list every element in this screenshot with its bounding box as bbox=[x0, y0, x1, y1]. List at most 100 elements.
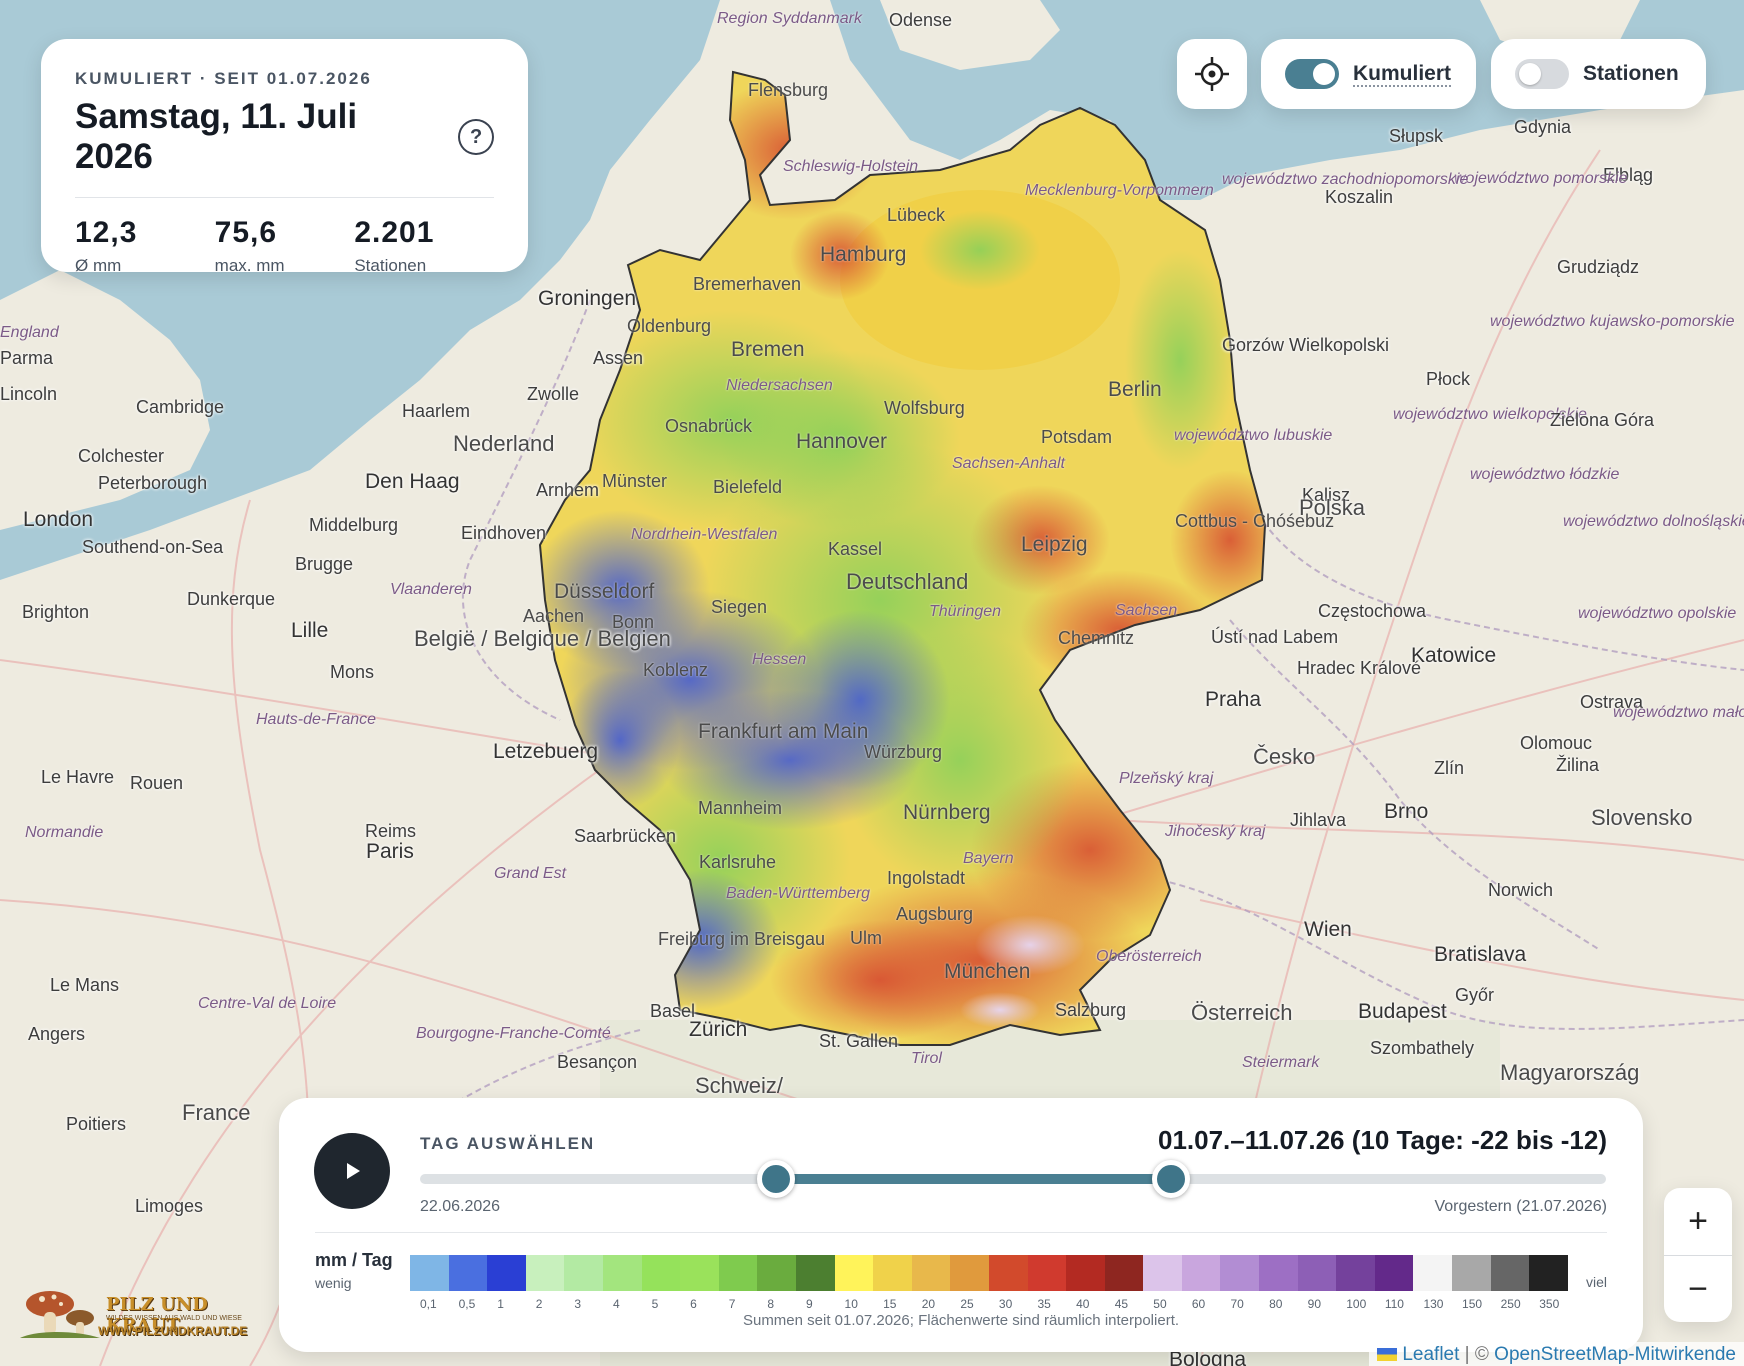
cumulative-toggle[interactable]: Kumuliert bbox=[1261, 39, 1476, 109]
legend-tick-label: 80 bbox=[1269, 1297, 1283, 1311]
map-place-label: Zwolle bbox=[527, 384, 580, 404]
map-place-label: Wien bbox=[1304, 918, 1352, 941]
legend-swatch: 3 bbox=[564, 1255, 603, 1311]
map-place-label: Aachen bbox=[523, 606, 585, 626]
range-start-handle[interactable] bbox=[756, 1160, 795, 1198]
map-place-label: Arnhem bbox=[536, 480, 600, 500]
map-place-label: Bremen bbox=[731, 338, 805, 361]
map-place-label: Hannover bbox=[796, 430, 888, 453]
map-place-label: Haarlem bbox=[402, 401, 471, 421]
legend-tick-label: 40 bbox=[1076, 1297, 1090, 1311]
map-place-label: Eindhoven bbox=[461, 523, 547, 543]
map-place-label: Grudziądz bbox=[1557, 257, 1640, 277]
map-place-label: Tirol bbox=[911, 1050, 942, 1067]
legend-tick-label: 15 bbox=[883, 1297, 897, 1311]
legend-tick-label: 8 bbox=[767, 1297, 775, 1311]
range-end-handle[interactable] bbox=[1152, 1160, 1191, 1198]
legend-swatch: 60 bbox=[1181, 1255, 1221, 1311]
zoom-in-button[interactable]: + bbox=[1664, 1188, 1732, 1255]
ukraine-flag-icon bbox=[1377, 1348, 1398, 1361]
cumulative-label[interactable]: Kumuliert bbox=[1353, 62, 1451, 86]
legend-tick-label: 250 bbox=[1500, 1297, 1521, 1311]
legend-swatch: 15 bbox=[873, 1255, 912, 1311]
map-place-label: Freiburg im Breisgau bbox=[658, 929, 826, 949]
slider-end-label: Vorgestern (21.07.2026) bbox=[1434, 1198, 1607, 1215]
map-place-label: Cambridge bbox=[136, 397, 225, 417]
map-place-label: Centre-Val de Loire bbox=[198, 995, 337, 1012]
map-place-label: Sachsen-Anhalt bbox=[952, 455, 1065, 472]
map-place-label: Ingolstadt bbox=[887, 868, 966, 888]
map-place-label: Praha bbox=[1205, 688, 1262, 711]
legend-swatch: 0,1 bbox=[410, 1255, 449, 1311]
map-place-label: Chemnitz bbox=[1058, 628, 1135, 648]
legend-swatch: 8 bbox=[757, 1255, 796, 1311]
stations-label[interactable]: Stationen bbox=[1583, 62, 1679, 86]
map-place-label: Parma bbox=[0, 348, 54, 368]
legend-swatch: 20 bbox=[911, 1255, 951, 1311]
legend-swatch: 350 bbox=[1529, 1255, 1568, 1311]
leaflet-link[interactable]: Leaflet bbox=[1402, 1344, 1459, 1365]
map-place-label: Slovensko bbox=[1591, 805, 1693, 830]
cumulative-switch[interactable] bbox=[1285, 59, 1339, 89]
legend-swatch: 5 bbox=[641, 1255, 681, 1311]
map-place-label: Karlsruhe bbox=[699, 852, 777, 872]
map-place-label: Besançon bbox=[557, 1052, 638, 1072]
date-range: 01.07.–11.07.26 (10 Tage: -22 bis -12) bbox=[1157, 1125, 1607, 1155]
stations-switch[interactable] bbox=[1515, 59, 1569, 89]
map-place-label: Normandie bbox=[25, 824, 104, 841]
map-place-label: Płock bbox=[1426, 369, 1471, 389]
stat-mean: 12,3 Ø mm bbox=[75, 216, 215, 276]
map-place-label: Middelburg bbox=[309, 515, 399, 535]
stat-label: max. mm bbox=[214, 256, 285, 275]
map-place-label: Schleswig-Holstein bbox=[783, 158, 919, 175]
map-place-label: Mons bbox=[330, 662, 375, 682]
legend-unit: mm / Tag bbox=[315, 1250, 393, 1270]
map-place-label: Baden-Württemberg bbox=[726, 885, 871, 902]
stations-toggle[interactable]: Stationen bbox=[1491, 39, 1706, 109]
map-place-label: Bratislava bbox=[1434, 943, 1527, 966]
map-place-label: Zielona Góra bbox=[1550, 410, 1655, 430]
day-select-label: TAG AUSWÄHLEN bbox=[420, 1134, 596, 1153]
locate-button[interactable] bbox=[1177, 39, 1247, 109]
map-place-label: Lübeck bbox=[887, 205, 946, 225]
zoom-out-button[interactable]: − bbox=[1664, 1255, 1732, 1322]
date-range-slider[interactable] bbox=[420, 1160, 1606, 1198]
slider-start-label: 22.06.2026 bbox=[420, 1198, 501, 1215]
map-place-label: Koszalin bbox=[1325, 187, 1394, 207]
card-divider bbox=[75, 197, 494, 198]
map-place-label: Dunkerque bbox=[187, 589, 276, 609]
color-legend: 0,1 0,5 1 2 3 4 5 6 7 8 9 10 15 20 25 30 35 40 45 50 60 70 80 9… bbox=[410, 1255, 1568, 1311]
map-place-label: województwo małopolskie bbox=[1613, 704, 1744, 721]
map-place-label: France bbox=[182, 1100, 251, 1125]
map-place-label: Polska bbox=[1299, 495, 1366, 520]
legend-swatch: 6 bbox=[680, 1255, 719, 1311]
map-place-label: Częstochowa bbox=[1318, 601, 1427, 621]
map-place-label: Koblenz bbox=[643, 660, 709, 680]
legend-tick-label: 35 bbox=[1037, 1297, 1051, 1311]
map-place-label: Le Havre bbox=[41, 767, 115, 787]
map-place-label: województwo kujawsko-pomorskie bbox=[1490, 313, 1735, 330]
map-place-label: województwo pomorskie bbox=[1454, 170, 1628, 187]
crosshair-icon bbox=[1195, 57, 1229, 91]
help-icon[interactable]: ? bbox=[458, 119, 494, 155]
map-place-label: Olomouc bbox=[1520, 733, 1593, 753]
legend-swatch: 10 bbox=[834, 1255, 874, 1311]
map-place-label: Assen bbox=[593, 348, 644, 368]
map-place-label: Hauts-de-France bbox=[256, 711, 377, 728]
map-place-label: Katowice bbox=[1411, 644, 1497, 667]
map-place-label: Mecklenburg-Vorpommern bbox=[1025, 182, 1214, 199]
map-attribution: Leaflet | © OpenStreetMap-Mitwirkende bbox=[1369, 1342, 1744, 1366]
legend-tick-label: 130 bbox=[1423, 1297, 1444, 1311]
play-button[interactable] bbox=[314, 1133, 390, 1209]
stat-value: 2.201 bbox=[354, 216, 435, 249]
osm-link[interactable]: OpenStreetMap-Mitwirkende bbox=[1494, 1344, 1736, 1365]
legend-tick-label: 0,1 bbox=[420, 1297, 437, 1311]
legend-tick-label: 6 bbox=[690, 1297, 697, 1311]
site-logo[interactable]: PILZ UND KRAUT WILDES WISSEN AUS WALD UN… bbox=[16, 1284, 266, 1340]
map-place-label: Paris bbox=[366, 840, 414, 863]
legend-tick-label: 350 bbox=[1539, 1297, 1560, 1311]
play-icon bbox=[347, 1163, 360, 1179]
map-place-label: Zürich bbox=[689, 1018, 748, 1041]
map-place-label: Region Syddanmark bbox=[717, 10, 862, 27]
legend-tick-label: 5 bbox=[651, 1297, 659, 1311]
